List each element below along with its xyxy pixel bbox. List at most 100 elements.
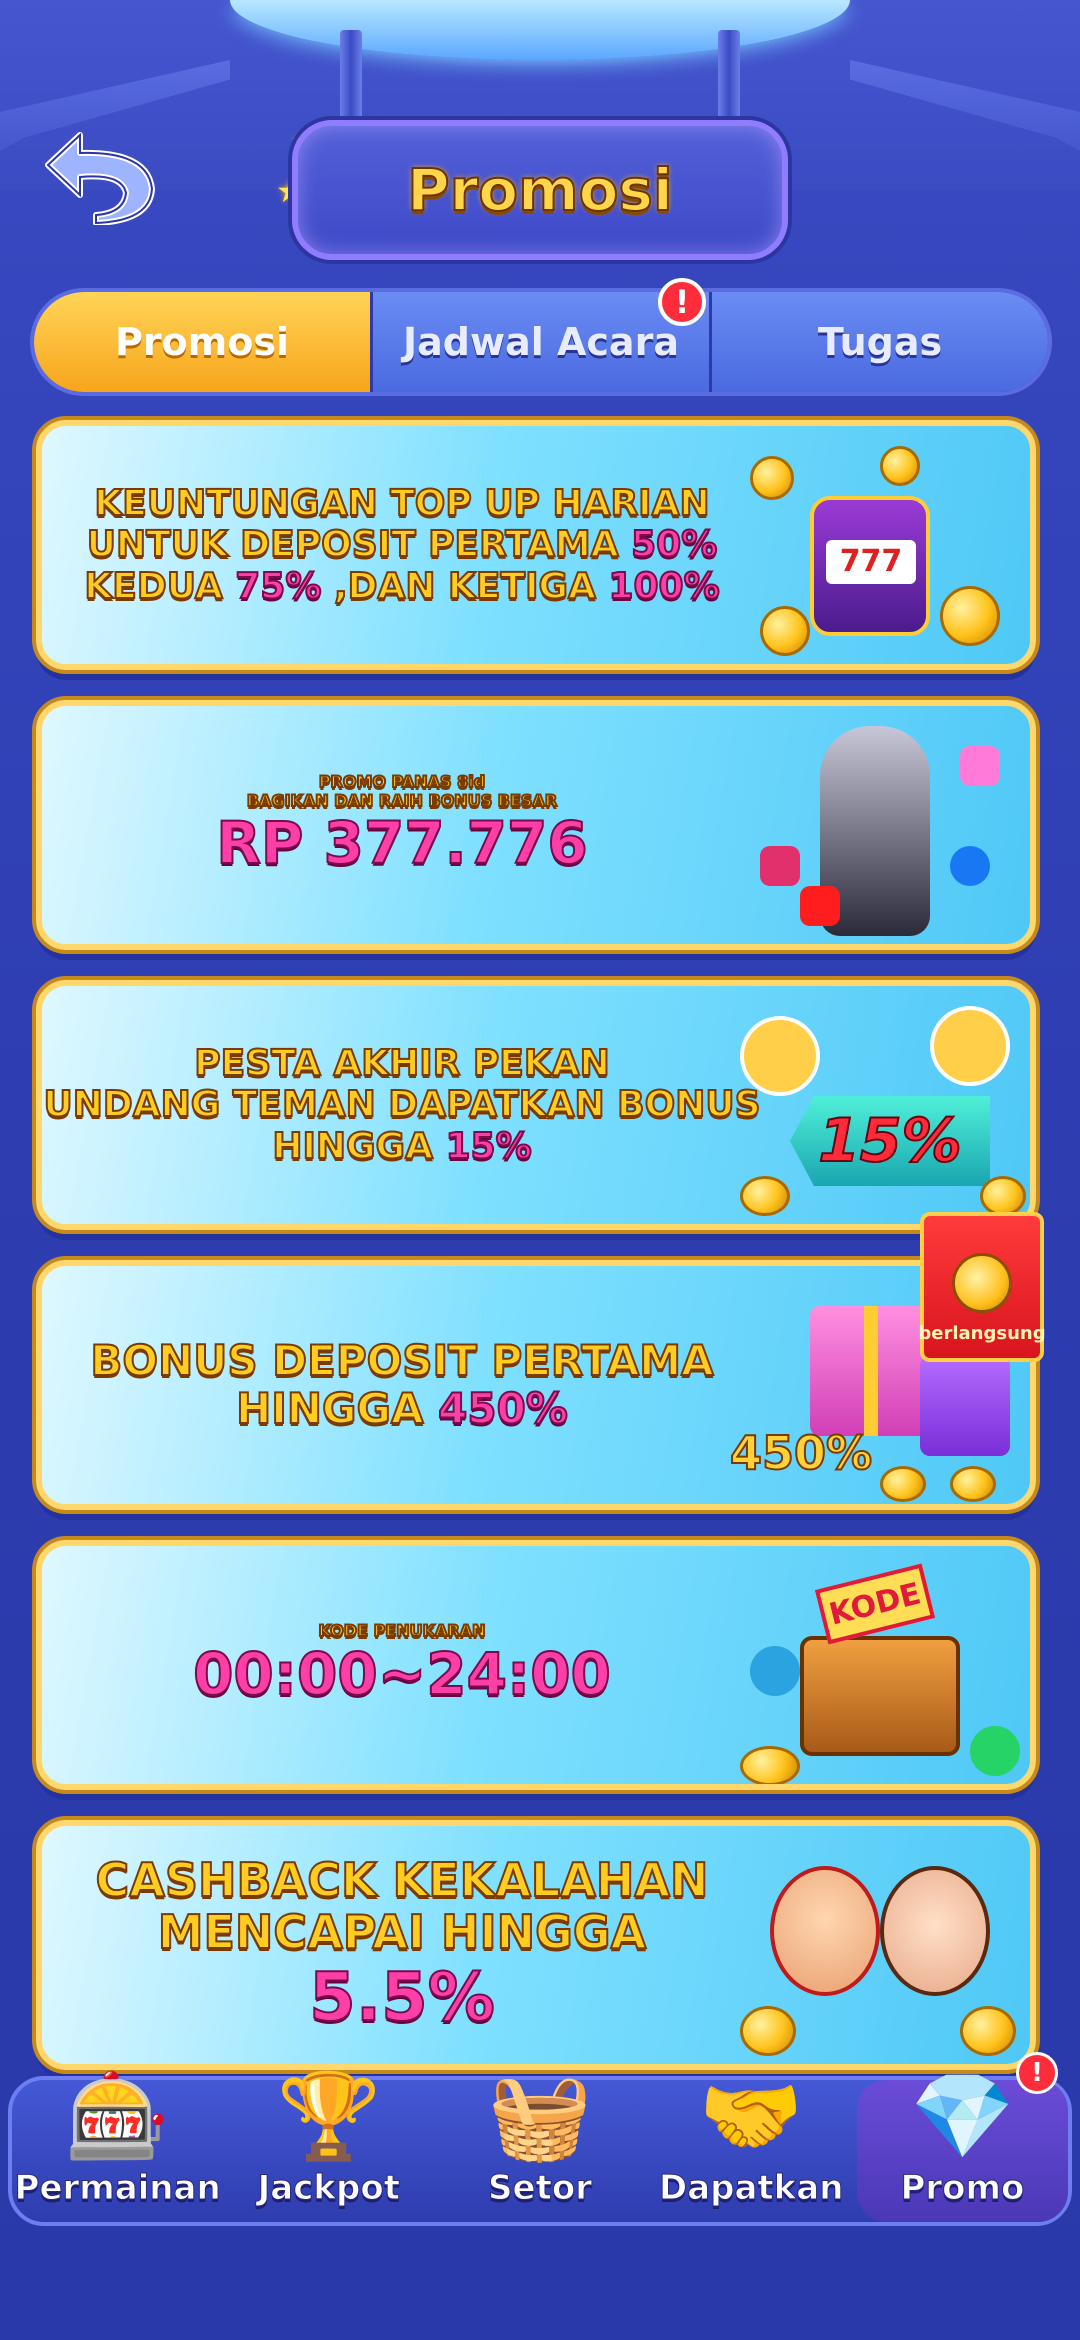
promo-card-redeem-code[interactable]: KODE PENUKARAN 00:00~24:00 KODE (36, 1540, 1036, 1790)
promo-line: UNTUK DEPOSIT PERTAMA 50% (86, 523, 719, 566)
promo-line: PESTA AKHIR PEKAN (193, 1042, 610, 1085)
nav-item-promo[interactable]: 💎 Promo ! (856, 2052, 1069, 2222)
tab-tugas[interactable]: Tugas (709, 292, 1048, 392)
treasure-chest-icon (800, 1636, 960, 1756)
gift-box-icon (920, 1356, 1010, 1456)
characters-illustration (730, 1826, 1030, 2064)
promo-text-segment: PROMO PANAS 8id (318, 772, 486, 792)
nav-label: Jackpot (257, 2168, 400, 2209)
nav-label: Promo (900, 2168, 1025, 2209)
nav-item-setor[interactable]: 🧺 Setor (434, 2067, 645, 2222)
telegram-icon (750, 1646, 800, 1696)
promo-text-segment: KEUNTUNGAN TOP UP HARIAN (93, 482, 710, 525)
promo-highlight: 75% (234, 565, 322, 608)
promo-text: CASHBACK KEKALAHAN MENCAPAI HINGGA 5.5% (42, 1826, 762, 2064)
status-badge: berlangsung (918, 1212, 1046, 1362)
coin-icon (740, 1176, 790, 1216)
promo-text-segment: MENCAPAI HINGGA (157, 1905, 648, 1960)
notification-badge: ! (658, 278, 706, 326)
promo-highlight: 50% (630, 523, 718, 566)
title-plate: Promosi (292, 120, 788, 260)
promo-line: KODE PENUKARAN (318, 1621, 487, 1641)
discount-tag: 15% (790, 1096, 990, 1186)
promo-text: PROMO PANAS 8id BAGIKAN DAN RAIH BONUS BE… (42, 706, 762, 944)
promo-text: BONUS DEPOSIT PERTAMA HINGGA 450% (42, 1266, 762, 1504)
promo-line: BONUS DEPOSIT PERTAMA (89, 1335, 714, 1385)
nav-item-permainan[interactable]: 🎰 Permainan (12, 2067, 223, 2222)
back-button[interactable] (40, 120, 158, 230)
promo-card-cashback[interactable]: CASHBACK KEKALAHAN MENCAPAI HINGGA 5.5% (36, 1820, 1036, 2070)
promo-card-share[interactable]: PROMO PANAS 8id BAGIKAN DAN RAIH BONUS BE… (36, 700, 1036, 950)
promo-line: RP 377.776 (215, 809, 589, 878)
promo-text: PESTA AKHIR PEKAN UNDANG TEMAN DAPATKAN B… (42, 986, 762, 1224)
social-share-illustration (730, 706, 1030, 944)
avatar (740, 1016, 820, 1096)
promo-card-first-deposit[interactable]: BONUS DEPOSIT PERTAMA HINGGA 450% 450% (36, 1260, 1036, 1510)
slot-machine-illustration: 777 (730, 426, 1030, 664)
promo-text-segment: UNTUK DEPOSIT PERTAMA (86, 523, 632, 566)
promo-line: KEUNTUNGAN TOP UP HARIAN (93, 482, 710, 525)
invite-friends-illustration: 15% (730, 986, 1030, 1224)
promo-line: KEDUA 75% ,DAN KETIGA 100% (83, 565, 720, 608)
promo-line: 00:00~24:00 (192, 1639, 612, 1708)
nav-label: Permainan (14, 2168, 221, 2209)
promo-line: MENCAPAI HINGGA (157, 1905, 648, 1960)
coin-icon (980, 1176, 1026, 1216)
promo-line: HINGGA 450% (235, 1383, 569, 1433)
coin-icon (750, 456, 794, 500)
promo-text-segment: BONUS DEPOSIT PERTAMA (89, 1335, 714, 1385)
basket-icon: 🧺 (487, 2066, 593, 2165)
coin-icon (880, 446, 920, 486)
code-sign: KODE (814, 1563, 936, 1645)
treasure-chest-illustration: KODE (730, 1546, 1030, 1784)
nav-item-jackpot[interactable]: 🏆 Jackpot (223, 2067, 434, 2222)
promo-text-segment: PESTA AKHIR PEKAN (193, 1042, 610, 1085)
promo-line: PROMO PANAS 8id (318, 772, 486, 792)
promo-highlight: 100% (607, 565, 720, 608)
notification-badge: ! (1016, 2052, 1059, 2094)
tab-promosi[interactable]: Promosi (34, 292, 370, 392)
gift-ribbon (864, 1306, 878, 1436)
handshake-icon: 🤝 (698, 2066, 804, 2165)
promo-text-segment: CASHBACK KEKALAHAN (95, 1852, 710, 1907)
promo-highlight: 450% (437, 1383, 569, 1433)
medal-icon (952, 1253, 1012, 1313)
nav-label: Setor (488, 2168, 593, 2209)
character-woman (880, 1866, 990, 1996)
status-badge-label: berlangsung (918, 1323, 1046, 1344)
promo-card-invite[interactable]: PESTA AKHIR PEKAN UNDANG TEMAN DAPATKAN B… (36, 980, 1036, 1230)
promo-card-daily-topup[interactable]: KEUNTUNGAN TOP UP HARIAN UNTUK DEPOSIT PE… (36, 420, 1036, 670)
bottom-navigation: 🎰 Permainan 🏆 Jackpot 🧺 Setor 🤝 Dapatkan… (8, 2052, 1072, 2226)
promo-text-segment: ,DAN KETIGA (321, 565, 609, 608)
treasure-chest-icon: 💎 (910, 2066, 1015, 2165)
promo-text-segment: KEDUA (83, 565, 236, 608)
promo-text-segment: HINGGA (271, 1125, 446, 1168)
youtube-icon (800, 886, 840, 926)
nav-item-dapatkan[interactable]: 🤝 Dapatkan (646, 2067, 857, 2222)
promo-line: CASHBACK KEKALAHAN (95, 1852, 710, 1907)
promo-text-segment: BAGIKAN DAN RAIH BONUS BESAR (246, 790, 558, 810)
page-title: Promosi (406, 155, 674, 225)
nav-label: Dapatkan (658, 2168, 844, 2209)
promo-text-segment: UNDANG TEMAN DAPATKAN BONUS (42, 1083, 761, 1126)
bonus-amount-text: 450% (729, 1425, 873, 1481)
slot-machine-icon: 777 (810, 496, 930, 636)
code-sign-text: KODE (825, 1575, 925, 1633)
trophy-icon: 🏆 (276, 2066, 382, 2165)
promo-text-segment: HINGGA (235, 1383, 439, 1433)
promo-text: KEUNTUNGAN TOP UP HARIAN UNTUK DEPOSIT PE… (42, 426, 762, 664)
coin-icon (740, 1746, 800, 1784)
facebook-icon (950, 846, 990, 886)
chat-icon (960, 746, 1000, 786)
promo-highlight: RP 377.776 (215, 809, 589, 878)
instagram-icon (760, 846, 800, 886)
header-pillar-left (340, 30, 362, 130)
promo-line: UNDANG TEMAN DAPATKAN BONUS (42, 1083, 761, 1126)
slot-machine-icon: 🎰 (65, 2066, 170, 2165)
undo-arrow-icon (45, 132, 155, 225)
coin-icon (880, 1466, 926, 1502)
coin-icon (940, 586, 1000, 646)
whatsapp-icon (970, 1726, 1020, 1776)
character-man (770, 1866, 880, 1996)
coin-icon (950, 1466, 996, 1502)
